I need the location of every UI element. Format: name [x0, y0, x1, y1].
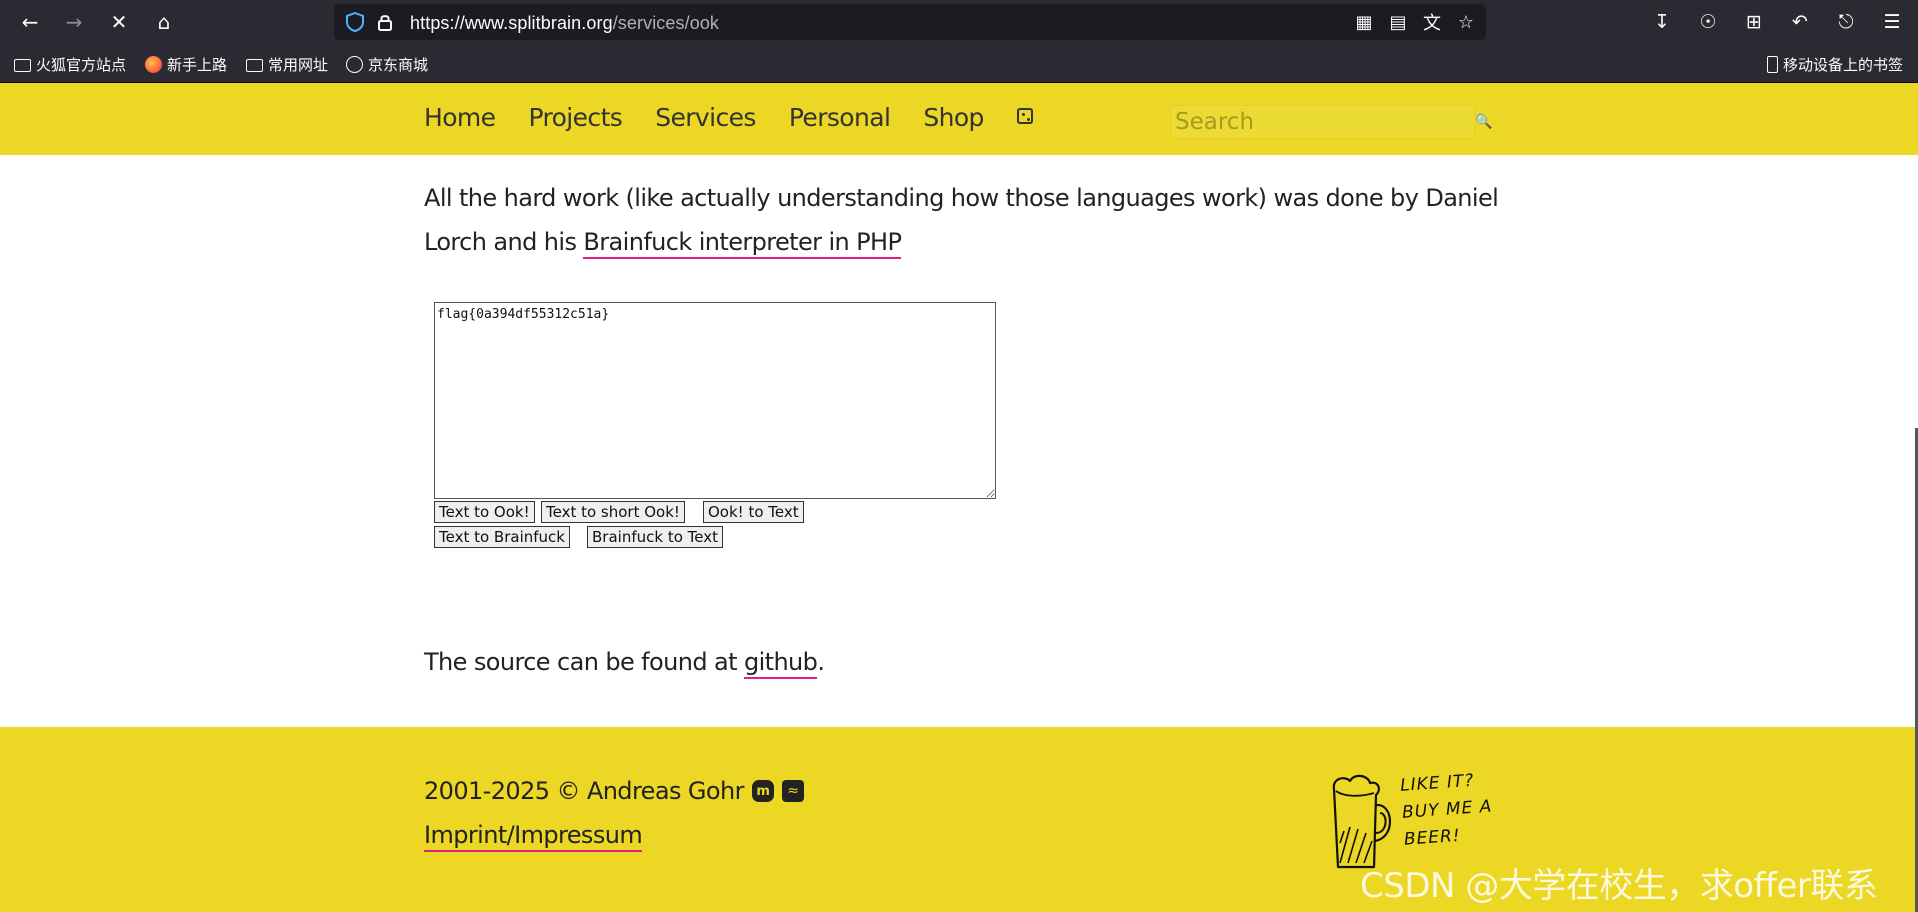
- search-box: [1170, 105, 1475, 139]
- folder-icon: [246, 58, 263, 72]
- folder-icon: [14, 58, 31, 72]
- bookmark-label: 新手上路: [167, 55, 228, 74]
- intro-paragraph: All the hard work (like actually underst…: [424, 176, 1504, 264]
- extensions-icon[interactable]: ⎋: [1830, 6, 1862, 38]
- nav-projects[interactable]: Projects: [528, 103, 622, 132]
- bookmark-item[interactable]: 火狐官方站点: [14, 53, 126, 75]
- mastodon-icon[interactable]: m: [751, 780, 774, 802]
- main-nav: Home Projects Services Personal Shop: [424, 103, 1033, 132]
- source-text: The source can be found at: [424, 648, 744, 676]
- forward-arrow-icon[interactable]: →: [58, 6, 90, 38]
- firefox-icon: [145, 55, 162, 73]
- downloads-icon[interactable]: ↧: [1646, 6, 1678, 38]
- ook-to-text-button[interactable]: Ook! to Text: [703, 501, 804, 523]
- bookmark-label: 京东商城: [368, 55, 429, 74]
- globe-icon: [346, 55, 363, 73]
- copyright: 2001-2025 © Andreas Gohr m ≈: [424, 777, 804, 805]
- lock-icon[interactable]: [374, 11, 396, 33]
- nav-shop[interactable]: Shop: [923, 103, 984, 132]
- bookmark-item[interactable]: 新手上路: [145, 53, 227, 75]
- mobile-bookmarks-label: 移动设备上的书签: [1783, 55, 1904, 74]
- source-end: .: [817, 648, 825, 676]
- stop-loading-icon[interactable]: ✕: [103, 6, 135, 38]
- translate-icon[interactable]: 文: [1420, 10, 1444, 34]
- github-link[interactable]: github: [743, 648, 818, 679]
- url-text[interactable]: https://www.splitbrain.org/services/ook: [410, 13, 719, 34]
- qr-code-icon[interactable]: ▦: [1352, 10, 1376, 34]
- tracking-protection-shield-icon[interactable]: [344, 11, 366, 33]
- browser-toolbar: ← → ✕ ⌂ https://www.splitbrain.org/servi…: [0, 0, 1918, 44]
- mobile-device-icon: [1767, 55, 1778, 73]
- bookmark-star-icon[interactable]: ☆: [1454, 10, 1478, 34]
- text-to-short-ook-button[interactable]: Text to short Ook!: [541, 501, 685, 523]
- bookmark-item[interactable]: 京东商城: [346, 53, 428, 75]
- reader-view-icon[interactable]: ▤: [1386, 10, 1410, 34]
- nav-home[interactable]: Home: [424, 103, 496, 132]
- back-arrow-icon[interactable]: ←: [14, 6, 46, 38]
- menu-icon[interactable]: ☰: [1876, 6, 1908, 38]
- screenshot-crop-icon[interactable]: ⊞: [1738, 6, 1770, 38]
- url-path: /services/ook: [612, 13, 720, 33]
- random-dice-icon[interactable]: [1016, 107, 1033, 124]
- home-icon[interactable]: ⌂: [148, 6, 180, 38]
- bookmark-item[interactable]: 常用网址: [246, 53, 328, 75]
- rss-icon[interactable]: ≈: [781, 780, 804, 802]
- nav-services[interactable]: Services: [655, 103, 756, 132]
- search-icon[interactable]: 🔍: [1472, 105, 1496, 139]
- site-header: Home Projects Services Personal Shop 🔍: [0, 83, 1918, 155]
- bookmark-label: 常用网址: [268, 55, 329, 74]
- account-icon[interactable]: ☉: [1692, 6, 1724, 38]
- ook-textarea[interactable]: flag{0a394df55312c51a}: [434, 302, 996, 499]
- copyright-text: 2001-2025 © Andreas Gohr: [424, 777, 744, 805]
- text-to-brainfuck-button[interactable]: Text to Brainfuck: [434, 526, 570, 548]
- imprint-link[interactable]: Imprint/Impressum: [424, 821, 643, 852]
- nav-personal[interactable]: Personal: [789, 103, 891, 132]
- beer-text: LIKE IT? BUY ME A BEER!: [1399, 770, 1493, 850]
- search-input[interactable]: [1171, 106, 1471, 138]
- bookmark-label: 火狐官方站点: [36, 55, 127, 74]
- mobile-bookmarks[interactable]: 移动设备上的书签: [1767, 53, 1903, 75]
- address-bar[interactable]: https://www.splitbrain.org/services/ook …: [334, 4, 1486, 40]
- watermark: CSDN @大学在校生，求offer联系: [1360, 866, 1878, 906]
- undo-icon[interactable]: ↶: [1784, 6, 1816, 38]
- brainfuck-interpreter-link[interactable]: Brainfuck interpreter in PHP: [583, 228, 902, 259]
- brainfuck-to-text-button[interactable]: Brainfuck to Text: [587, 526, 723, 548]
- source-paragraph: The source can be found at github.: [424, 648, 825, 679]
- text-to-ook-button[interactable]: Text to Ook!: [434, 501, 535, 523]
- bookmarks-bar: 火狐官方站点 新手上路 常用网址 京东商城 移动设备上的书签: [0, 44, 1918, 83]
- url-host: https://www.splitbrain.org: [410, 13, 613, 33]
